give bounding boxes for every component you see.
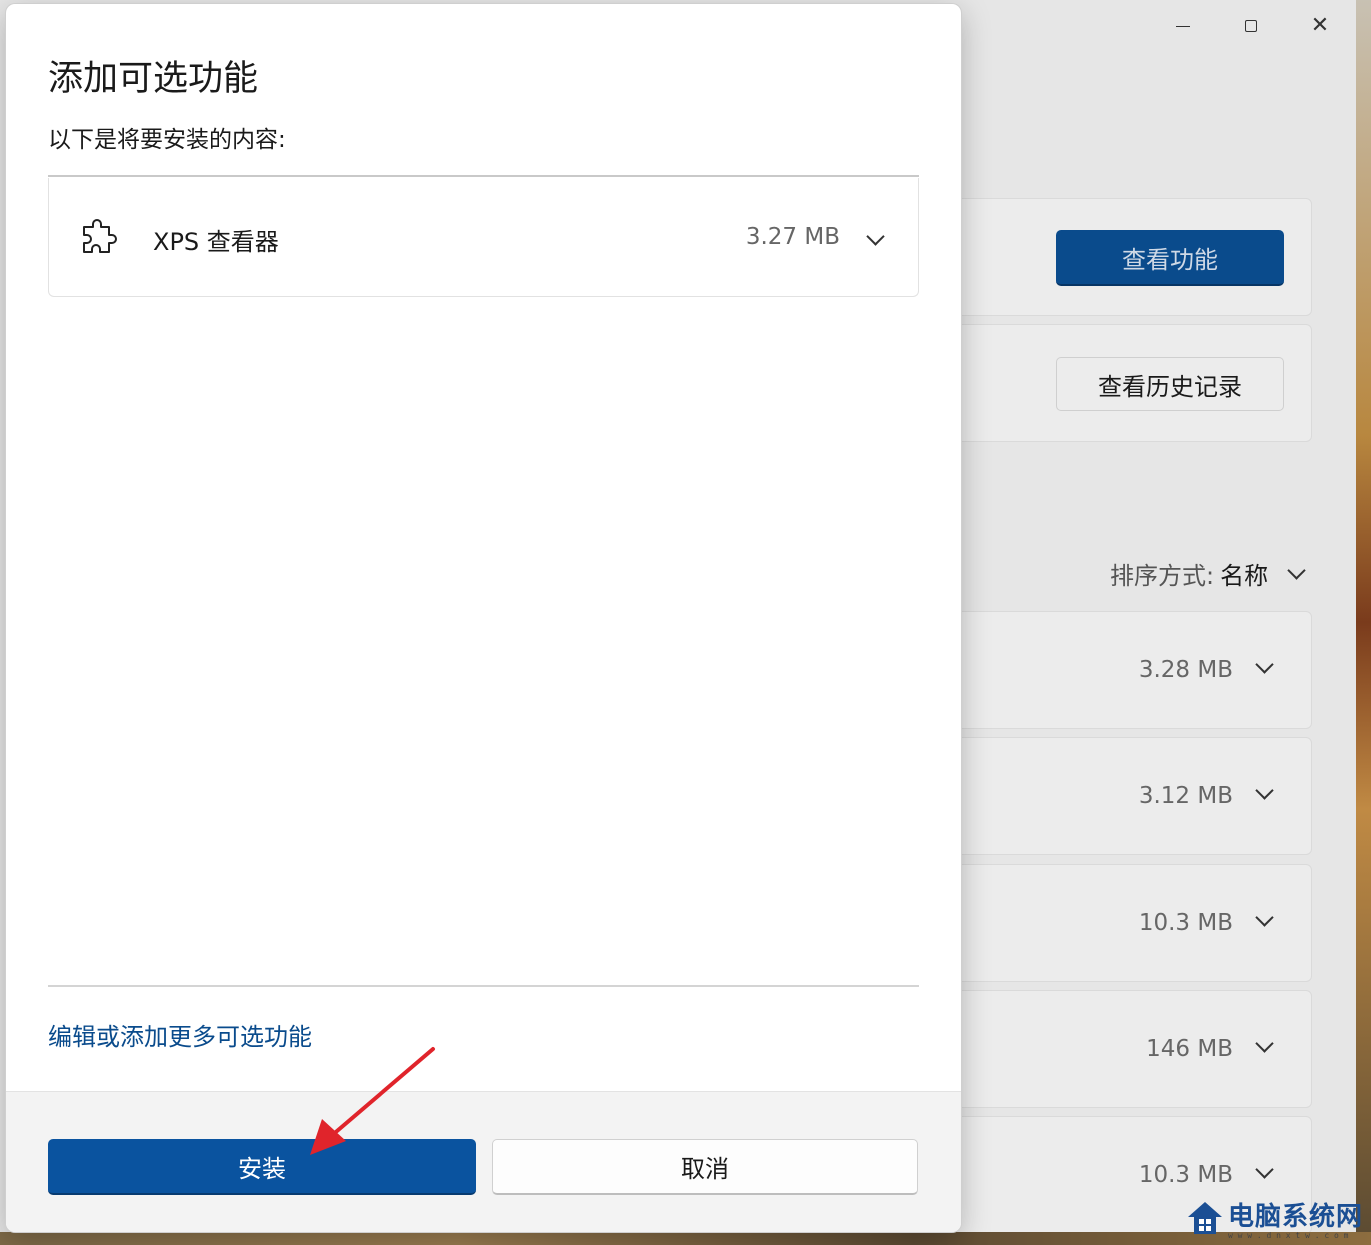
house-logo-icon — [1188, 1202, 1222, 1234]
dialog-footer: 安装 取消 — [6, 1091, 961, 1232]
close-icon: ✕ — [1310, 13, 1330, 38]
watermark-url: w w w . d n x t w . c o m — [1228, 1231, 1349, 1240]
list-item[interactable]: 3.12 MB — [900, 737, 1312, 855]
sort-dropdown[interactable]: 排序方式: 名称 — [1110, 556, 1306, 591]
dialog-subtitle: 以下是将要安装的内容: — [48, 127, 286, 153]
view-history-button[interactable]: 查看历史记录 — [1056, 357, 1284, 411]
feature-item[interactable]: XPS 查看器 3.27 MB — [48, 178, 919, 297]
red-arrow-annotation — [310, 1047, 435, 1155]
sort-label: 排序方式: — [1110, 562, 1215, 590]
feature-size: 3.12 MB — [1138, 783, 1233, 809]
chevron-down-icon[interactable] — [1255, 908, 1274, 927]
divider — [48, 175, 919, 177]
chevron-down-icon[interactable] — [866, 227, 885, 246]
desktop-wallpaper-bottom — [0, 1232, 1371, 1245]
feature-size: 146 MB — [1146, 1036, 1233, 1062]
close-window-button[interactable]: ✕ — [1297, 8, 1343, 44]
minimize-icon — [1176, 25, 1190, 27]
sort-value: 名称 — [1220, 562, 1269, 590]
feature-size: 3.28 MB — [1138, 657, 1233, 683]
puzzle-icon — [83, 219, 117, 253]
chevron-down-icon[interactable] — [1255, 781, 1274, 800]
list-item[interactable]: 3.28 MB — [900, 611, 1312, 729]
watermark-logo: 电脑系统网 w w w . d n x t w . c o m — [1186, 1196, 1363, 1240]
add-optional-feature-dialog: 添加可选功能 以下是将要安装的内容: XPS 查看器 3.27 MB 编辑或添加… — [6, 4, 961, 1232]
list-item[interactable]: 10.3 MB — [900, 864, 1312, 982]
watermark-text: 电脑系统网 — [1228, 1202, 1364, 1232]
edit-more-features-link[interactable]: 编辑或添加更多可选功能 — [48, 1017, 312, 1052]
dialog-title: 添加可选功能 — [48, 59, 259, 99]
divider — [48, 985, 919, 987]
chevron-down-icon[interactable] — [1255, 655, 1274, 674]
feature-name: XPS 查看器 — [153, 228, 279, 256]
maximize-icon — [1245, 20, 1257, 32]
maximize-button[interactable] — [1228, 8, 1274, 44]
cancel-button[interactable]: 取消 — [492, 1139, 918, 1195]
feature-size: 10.3 MB — [1138, 1162, 1233, 1188]
chevron-down-icon[interactable] — [1255, 1034, 1274, 1053]
list-item[interactable]: 146 MB — [900, 990, 1312, 1108]
feature-size: 3.27 MB — [745, 224, 840, 250]
desktop-wallpaper-edge — [1356, 0, 1371, 1245]
chevron-down-icon[interactable] — [1255, 1160, 1274, 1179]
chevron-down-icon — [1287, 561, 1306, 580]
minimize-button[interactable] — [1160, 8, 1206, 44]
view-features-button[interactable]: 查看功能 — [1056, 230, 1284, 286]
feature-size: 10.3 MB — [1138, 910, 1233, 936]
